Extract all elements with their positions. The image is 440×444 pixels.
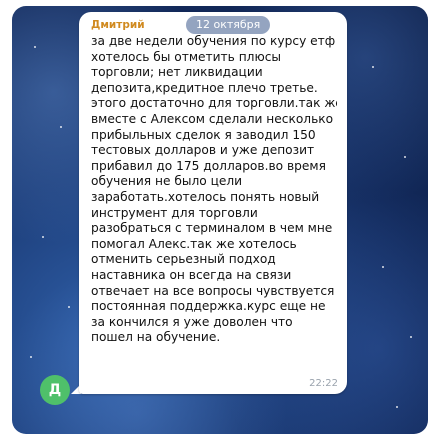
message-line: вместе с Алексом сделали несколько <box>91 111 334 126</box>
message-line: депозита,кредитное плечо третье. <box>91 80 318 95</box>
message-line: заработать.хотелось понять новый <box>91 189 320 204</box>
message-line: за кончился я уже доволен что <box>91 314 293 329</box>
message-line: разобраться с терминалом в чем мне <box>91 221 333 236</box>
message-line: отменить серьезный подход <box>91 252 276 267</box>
background-star <box>396 406 398 408</box>
sender-avatar[interactable]: Д <box>40 375 70 405</box>
message-line: торговли; нет ликвидации <box>91 65 263 80</box>
background-star <box>42 236 44 238</box>
message-line: инструмент для торговли <box>91 205 258 220</box>
message-line: помогал Алекс.так же хотелось <box>91 236 297 251</box>
background-star <box>34 46 36 48</box>
message-line: хотелось бы отметить плюсы <box>91 49 282 64</box>
message-line: пошел на обучение. <box>91 330 221 345</box>
message-bubble[interactable]: Дмитрий за две недели обучения по курсу … <box>79 12 347 394</box>
message-line: за две недели обучения по курсу етф <box>91 34 336 48</box>
message-line: тестовых долларов и уже депозит <box>91 143 315 158</box>
message-line: прибыльных сделок я заводил 150 <box>91 127 316 142</box>
message-line: наставника он всегда на связи <box>91 267 292 282</box>
message-line: постоянная поддержка.курс еще не <box>91 299 326 314</box>
background-star <box>68 306 70 308</box>
background-star <box>60 126 62 128</box>
message-line: этого достаточно для торговли.так же <box>91 96 337 111</box>
background-star <box>404 156 406 158</box>
message-text: за две недели обучения по курсу етф хотел… <box>91 34 337 346</box>
background-star <box>372 66 374 68</box>
message-time: 22:22 <box>309 378 338 389</box>
background-star <box>382 266 384 268</box>
telegram-chat-screenshot: Дмитрий за две недели обучения по курсу … <box>0 0 440 444</box>
message-line: обучения не было цели <box>91 174 243 189</box>
background-star <box>410 336 412 338</box>
date-pill: 12 октября <box>186 16 271 34</box>
message-line: прибавил до 175 долларов.во время <box>91 158 326 173</box>
background-star <box>30 356 32 358</box>
message-line: отвечает на все вопросы чувствуется <box>91 283 335 298</box>
